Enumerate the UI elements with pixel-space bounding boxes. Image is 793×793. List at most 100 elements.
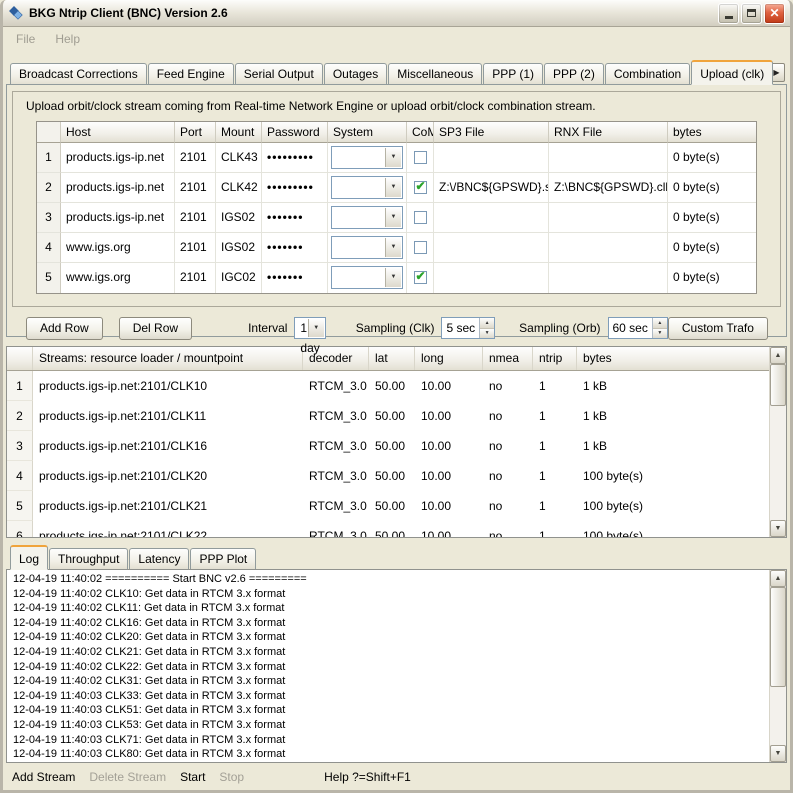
scrollbar-thumb[interactable] (770, 364, 786, 406)
tab[interactable]: Feed Engine (148, 63, 234, 84)
com-checkbox[interactable] (414, 271, 427, 284)
sp3-file-cell[interactable]: Z:\/BNC${GPSWD}.sp3 (434, 173, 549, 203)
scrollbar-thumb[interactable] (770, 587, 786, 687)
tab[interactable]: PPP Plot (190, 548, 256, 569)
com-checkbox[interactable] (414, 181, 427, 194)
tab[interactable]: PPP (1) (483, 63, 543, 84)
sampling-clk-spinner[interactable]: 5 sec ▲ ▼ (441, 317, 495, 339)
port-cell[interactable]: 2101 (175, 233, 216, 263)
password-cell[interactable]: ••••••• (262, 263, 328, 293)
host-cell[interactable]: www.igs.org (61, 233, 175, 263)
tab[interactable]: Serial Output (235, 63, 323, 84)
close-button[interactable] (764, 3, 785, 24)
scroll-down-icon[interactable]: ▼ (770, 520, 786, 537)
start-button[interactable]: Start (180, 770, 205, 784)
lat-cell: 50.00 (369, 461, 415, 491)
system-combo[interactable]: ▼ (331, 176, 403, 199)
port-cell[interactable]: 2101 (175, 203, 216, 233)
add-row-button[interactable]: Add Row (26, 317, 103, 340)
tab[interactable]: Broadcast Corrections (10, 63, 147, 84)
spin-down-icon[interactable]: ▼ (480, 329, 494, 339)
spin-up-icon[interactable]: ▲ (653, 318, 667, 329)
spin-down-icon[interactable]: ▼ (653, 329, 667, 339)
host-cell[interactable]: www.igs.org (61, 263, 175, 293)
system-combo[interactable]: ▼ (331, 206, 403, 229)
stream-row[interactable]: 1 products.igs-ip.net:2101/CLK10 RTCM_3.… (7, 371, 769, 401)
sp3-file-cell[interactable] (434, 203, 549, 233)
decoder-cell: RTCM_3.0 (303, 491, 369, 521)
host-cell[interactable]: products.igs-ip.net (61, 173, 175, 203)
sp3-file-cell[interactable] (434, 263, 549, 293)
scroll-up-icon[interactable]: ▲ (770, 347, 786, 364)
port-cell[interactable]: 2101 (175, 143, 216, 173)
rnx-file-cell[interactable] (549, 143, 668, 173)
stream-row[interactable]: 3 products.igs-ip.net:2101/CLK16 RTCM_3.… (7, 431, 769, 461)
spin-up-icon[interactable]: ▲ (480, 318, 494, 329)
scroll-down-icon[interactable]: ▼ (770, 745, 786, 762)
system-combo[interactable]: ▼ (331, 146, 403, 169)
com-checkbox[interactable] (414, 241, 427, 254)
system-cell: ▼ (328, 173, 407, 203)
mount-cell[interactable]: IGC02 (216, 263, 262, 293)
mount-cell[interactable]: CLK43 (216, 143, 262, 173)
chevron-down-icon[interactable]: ▼ (385, 208, 401, 227)
rnx-file-cell[interactable] (549, 203, 668, 233)
scrollbar-track[interactable] (770, 587, 786, 745)
mount-cell[interactable]: CLK42 (216, 173, 262, 203)
com-checkbox[interactable] (414, 151, 427, 164)
chevron-down-icon[interactable]: ▼ (385, 148, 401, 167)
sampling-clk-value[interactable]: 5 sec (442, 318, 479, 338)
tab[interactable]: Combination (605, 63, 690, 84)
nmea-cell: no (483, 521, 533, 537)
interval-select[interactable]: 1 day ▼ (294, 317, 325, 339)
tab[interactable]: Miscellaneous (388, 63, 482, 84)
scroll-up-icon[interactable]: ▲ (770, 570, 786, 587)
sampling-orb-spinner[interactable]: 60 sec ▲ ▼ (608, 317, 668, 339)
host-cell[interactable]: products.igs-ip.net (61, 143, 175, 173)
host-cell[interactable]: products.igs-ip.net (61, 203, 175, 233)
del-row-button[interactable]: Del Row (119, 317, 192, 340)
chevron-down-icon[interactable]: ▼ (308, 319, 324, 337)
mount-cell[interactable]: IGS02 (216, 203, 262, 233)
tab[interactable]: Upload (clk) (691, 60, 773, 85)
port-cell[interactable]: 2101 (175, 173, 216, 203)
stream-row[interactable]: 4 products.igs-ip.net:2101/CLK20 RTCM_3.… (7, 461, 769, 491)
streams-scrollbar[interactable]: ▲ ▼ (769, 347, 786, 537)
tab[interactable]: Throughput (49, 548, 128, 569)
rnx-file-cell[interactable] (549, 233, 668, 263)
system-combo[interactable]: ▼ (331, 236, 403, 259)
password-cell[interactable]: ••••••••• (262, 143, 328, 173)
chevron-down-icon[interactable]: ▼ (385, 178, 401, 197)
password-cell[interactable]: ••••••• (262, 203, 328, 233)
stream-row[interactable]: 6 products.igs-ip.net:2101/CLK22 RTCM_3.… (7, 521, 769, 537)
log-line: 12-04-19 11:40:03 CLK33: Get data in RTC… (13, 689, 763, 704)
stream-row[interactable]: 5 products.igs-ip.net:2101/CLK21 RTCM_3.… (7, 491, 769, 521)
sp3-file-cell[interactable] (434, 143, 549, 173)
password-cell[interactable]: ••••••• (262, 233, 328, 263)
rnx-file-cell[interactable] (549, 263, 668, 293)
rnx-file-cell[interactable]: Z:\BNC${GPSWD}.clk (549, 173, 668, 203)
scrollbar-track[interactable] (770, 364, 786, 520)
log-scrollbar[interactable]: ▲ ▼ (769, 570, 786, 762)
chevron-down-icon[interactable]: ▼ (385, 268, 401, 287)
tab[interactable]: Log (10, 545, 48, 570)
menu-item[interactable]: Help (45, 29, 90, 49)
mount-cell[interactable]: IGS02 (216, 233, 262, 263)
stream-row[interactable]: 2 products.igs-ip.net:2101/CLK11 RTCM_3.… (7, 401, 769, 431)
port-cell[interactable]: 2101 (175, 263, 216, 293)
tab[interactable]: PPP (2) (544, 63, 604, 84)
com-checkbox[interactable] (414, 211, 427, 224)
tab[interactable]: Outages (324, 63, 387, 84)
menu-item[interactable]: File (6, 29, 45, 49)
tab[interactable]: Latency (129, 548, 189, 569)
chevron-down-icon[interactable]: ▼ (385, 238, 401, 257)
minimize-button[interactable] (718, 3, 739, 24)
custom-trafo-button[interactable]: Custom Trafo (668, 317, 768, 340)
sp3-file-cell[interactable] (434, 233, 549, 263)
system-combo[interactable]: ▼ (331, 266, 403, 289)
password-cell[interactable]: ••••••••• (262, 173, 328, 203)
row-number: 3 (37, 203, 61, 233)
add-stream-button[interactable]: Add Stream (12, 770, 75, 784)
sampling-orb-value[interactable]: 60 sec (609, 318, 652, 338)
maximize-button[interactable] (741, 3, 762, 24)
